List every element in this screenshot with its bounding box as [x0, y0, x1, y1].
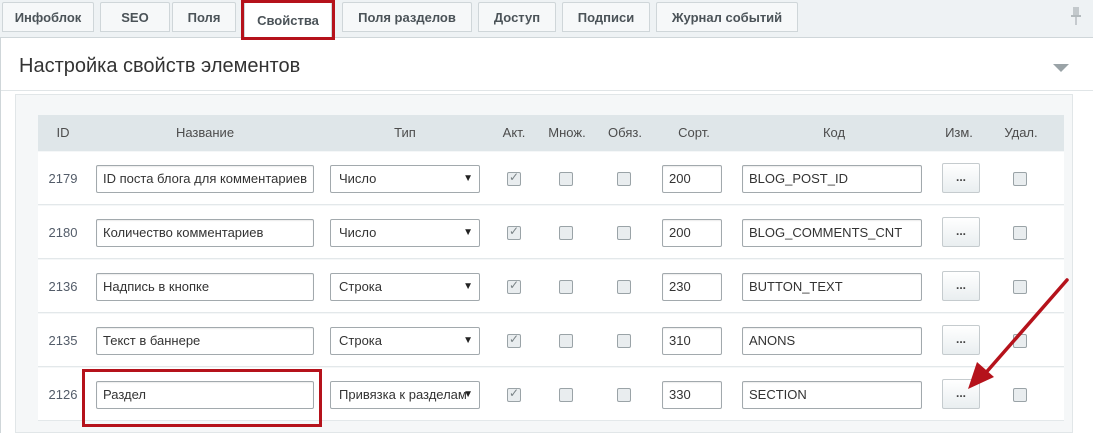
- required-checkbox[interactable]: [617, 334, 631, 348]
- type-select-value: Число: [339, 171, 377, 186]
- table-header: ID Название Тип Акт. Множ. Обяз. Сорт. К…: [38, 115, 1064, 151]
- delete-checkbox[interactable]: [1013, 388, 1027, 402]
- active-checkbox[interactable]: [507, 386, 521, 402]
- section-title: Настройка свойств элементов: [19, 55, 301, 77]
- type-select[interactable]: Число ▼: [330, 219, 480, 247]
- edit-button[interactable]: ...: [942, 163, 980, 193]
- code-input[interactable]: SECTION: [742, 381, 922, 409]
- multiple-checkbox[interactable]: [559, 226, 573, 240]
- tab-section-fields[interactable]: Поля разделов: [342, 2, 472, 32]
- delete-checkbox[interactable]: [1013, 172, 1027, 186]
- header-type: Тип: [394, 125, 416, 140]
- sort-input[interactable]: 230: [662, 273, 722, 301]
- edit-button[interactable]: ...: [942, 217, 980, 247]
- required-checkbox[interactable]: [617, 172, 631, 186]
- name-input[interactable]: Раздел: [96, 381, 314, 409]
- type-select-value: Привязка к разделам: [339, 387, 467, 402]
- type-select[interactable]: Привязка к разделам ▼: [330, 381, 480, 409]
- caret-down-icon: ▼: [463, 335, 473, 346]
- sort-input[interactable]: 200: [662, 219, 722, 247]
- tab-access[interactable]: Доступ: [478, 2, 556, 32]
- name-input[interactable]: ID поста блога для комментариев: [96, 165, 314, 193]
- type-select-value: Число: [339, 225, 377, 240]
- edit-button[interactable]: ...: [942, 271, 980, 301]
- caret-down-icon: ▼: [463, 281, 473, 292]
- code-input[interactable]: BUTTON_TEXT: [742, 273, 922, 301]
- multiple-checkbox[interactable]: [559, 172, 573, 186]
- header-required: Обяз.: [608, 125, 642, 140]
- code-input[interactable]: ANONS: [742, 327, 922, 355]
- sort-input[interactable]: 330: [662, 381, 722, 409]
- section-divider: [1, 90, 1093, 91]
- chevron-down-icon[interactable]: [1053, 63, 1069, 73]
- properties-section: Настройка свойств элементов ID Название …: [0, 38, 1093, 433]
- name-input[interactable]: Текст в баннере: [96, 327, 314, 355]
- header-id: ID: [56, 125, 70, 140]
- tab-infoblock[interactable]: Инфоблок: [2, 2, 94, 32]
- active-checkbox[interactable]: [507, 278, 521, 294]
- type-select-value: Строка: [339, 279, 383, 294]
- row-id: 2180: [48, 225, 78, 240]
- tab-event-log[interactable]: Журнал событий: [656, 2, 798, 32]
- tab-fields[interactable]: Поля: [172, 2, 236, 32]
- caret-down-icon: ▼: [463, 173, 473, 184]
- code-input[interactable]: BLOG_POST_ID: [742, 165, 922, 193]
- delete-checkbox[interactable]: [1013, 226, 1027, 240]
- active-checkbox[interactable]: [507, 224, 521, 240]
- header-multiple: Множ.: [548, 125, 586, 140]
- header-edit: Изм.: [945, 125, 973, 140]
- required-checkbox[interactable]: [617, 388, 631, 402]
- tab-captions[interactable]: Подписи: [562, 2, 650, 32]
- sort-input[interactable]: 200: [662, 165, 722, 193]
- multiple-checkbox[interactable]: [559, 388, 573, 402]
- required-checkbox[interactable]: [617, 280, 631, 294]
- header-delete: Удал.: [1004, 125, 1038, 140]
- active-checkbox[interactable]: [507, 332, 521, 348]
- header-active: Акт.: [502, 125, 526, 140]
- row-id: 2126: [48, 387, 78, 402]
- table-row: 2135 Текст в баннере Строка ▼ 310 ANONS .…: [38, 314, 1064, 367]
- name-input[interactable]: Количество комментариев: [96, 219, 314, 247]
- type-select[interactable]: Строка ▼: [330, 327, 480, 355]
- row-id: 2136: [48, 279, 78, 294]
- multiple-checkbox[interactable]: [559, 334, 573, 348]
- delete-checkbox[interactable]: [1013, 334, 1027, 348]
- edit-button[interactable]: ...: [942, 325, 980, 355]
- pin-icon[interactable]: [1069, 6, 1083, 26]
- multiple-checkbox[interactable]: [559, 280, 573, 294]
- properties-panel: ID Название Тип Акт. Множ. Обяз. Сорт. К…: [15, 94, 1073, 433]
- name-input[interactable]: Надпись в кнопке: [96, 273, 314, 301]
- sort-input[interactable]: 310: [662, 327, 722, 355]
- row-id: 2135: [48, 333, 78, 348]
- tab-seo[interactable]: SEO: [100, 2, 170, 32]
- tab-properties[interactable]: Свойства: [244, 2, 332, 38]
- header-code: Код: [822, 125, 846, 140]
- tabs-bar: Инфоблок SEO Поля Свойства Поля разделов…: [0, 0, 1093, 38]
- required-checkbox[interactable]: [617, 226, 631, 240]
- active-checkbox[interactable]: [507, 170, 521, 186]
- code-input[interactable]: BLOG_COMMENTS_CNT: [742, 219, 922, 247]
- delete-checkbox[interactable]: [1013, 280, 1027, 294]
- type-select-value: Строка: [339, 333, 383, 348]
- type-select[interactable]: Строка ▼: [330, 273, 480, 301]
- type-select[interactable]: Число ▼: [330, 165, 480, 193]
- row-id: 2179: [48, 171, 78, 186]
- header-sort: Сорт.: [678, 125, 710, 140]
- table-row: 2126 Раздел Привязка к разделам▼ 330 SEC…: [38, 368, 1064, 421]
- caret-down-icon: ▼: [463, 227, 473, 238]
- caret-down-icon: ▼: [463, 389, 473, 400]
- table-row: 2179 ID поста блога для комментариев Чис…: [38, 152, 1064, 205]
- header-name: Название: [175, 125, 235, 140]
- edit-button[interactable]: ...: [942, 379, 980, 409]
- table-row: 2136 Надпись в кнопке Строка ▼ 230 BUTTON…: [38, 260, 1064, 313]
- table-row: 2180 Количество комментариев Число▼ 200 …: [38, 206, 1064, 259]
